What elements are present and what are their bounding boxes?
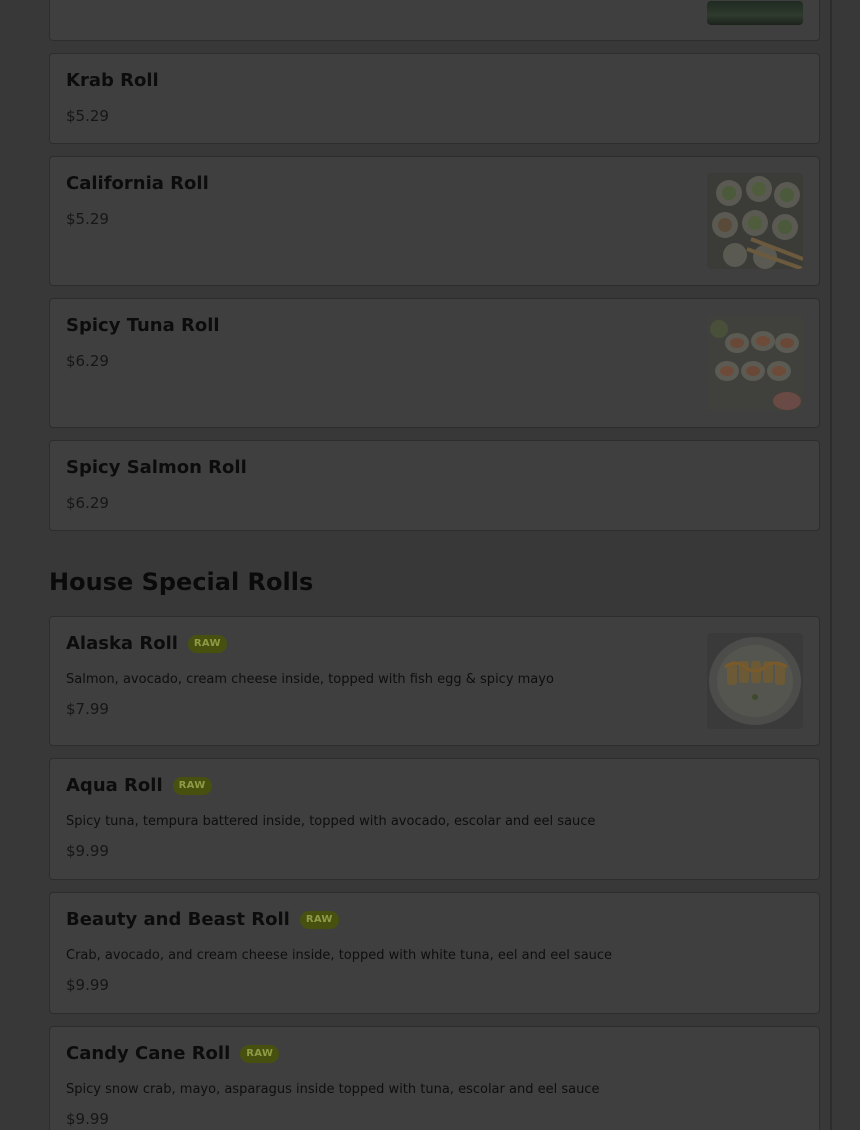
item-name: Candy Cane Roll RAW xyxy=(66,1043,280,1064)
raw-badge: RAW xyxy=(240,1044,280,1063)
raw-badge: RAW xyxy=(172,776,212,795)
panel-edge xyxy=(830,0,832,1130)
alaska-roll-photo[interactable] xyxy=(707,633,803,729)
item-name: Krab Roll xyxy=(66,70,159,91)
item-description: Spicy snow crab, mayo, asparagus inside … xyxy=(66,1082,600,1097)
menu-item-card[interactable]: Candy Cane Roll RAW Spicy snow crab, may… xyxy=(49,1026,820,1130)
item-description: Salmon, avocado, cream cheese inside, to… xyxy=(66,672,554,687)
item-price: $7.99 xyxy=(66,700,109,718)
california-roll-photo[interactable] xyxy=(707,173,803,269)
sushi-roll-photo xyxy=(707,1,803,25)
section-title: House Special Rolls xyxy=(49,568,314,596)
menu-item-card[interactable]: Beauty and Beast Roll RAW Crab, avocado,… xyxy=(49,892,820,1014)
raw-badge: RAW xyxy=(187,634,227,653)
spicy-tuna-roll-photo[interactable] xyxy=(707,315,803,411)
item-name: Beauty and Beast Roll RAW xyxy=(66,909,339,930)
menu-page: Krab Roll $5.29 California Roll $5.29 Sp… xyxy=(0,0,860,1130)
item-name: Spicy Tuna Roll xyxy=(66,315,220,336)
item-name: California Roll xyxy=(66,173,209,194)
item-price: $9.99 xyxy=(66,1110,109,1128)
menu-item-card[interactable]: Alaska Roll RAW Salmon, avocado, cream c… xyxy=(49,616,820,746)
item-description: Spicy tuna, tempura battered inside, top… xyxy=(66,814,596,829)
menu-item-card[interactable]: Spicy Salmon Roll $6.29 xyxy=(49,440,820,531)
item-name: Spicy Salmon Roll xyxy=(66,457,247,478)
item-description: Crab, avocado, and cream cheese inside, … xyxy=(66,948,613,963)
menu-item-card[interactable]: Spicy Tuna Roll $6.29 xyxy=(49,298,820,428)
menu-item-card[interactable]: Krab Roll $5.29 xyxy=(49,53,820,144)
item-price: $5.29 xyxy=(66,210,109,228)
item-name: Alaska Roll RAW xyxy=(66,633,227,654)
menu-item-card[interactable]: California Roll $5.29 xyxy=(49,156,820,286)
menu-item-card-previous[interactable] xyxy=(49,0,820,41)
item-price: $5.29 xyxy=(66,107,109,125)
item-price: $6.29 xyxy=(66,494,109,512)
raw-badge: RAW xyxy=(299,910,339,929)
menu-item-card[interactable]: Aqua Roll RAW Spicy tuna, tempura batter… xyxy=(49,758,820,880)
item-price: $9.99 xyxy=(66,976,109,994)
item-name: Aqua Roll RAW xyxy=(66,775,212,796)
item-price: $9.99 xyxy=(66,842,109,860)
item-price: $6.29 xyxy=(66,352,109,370)
